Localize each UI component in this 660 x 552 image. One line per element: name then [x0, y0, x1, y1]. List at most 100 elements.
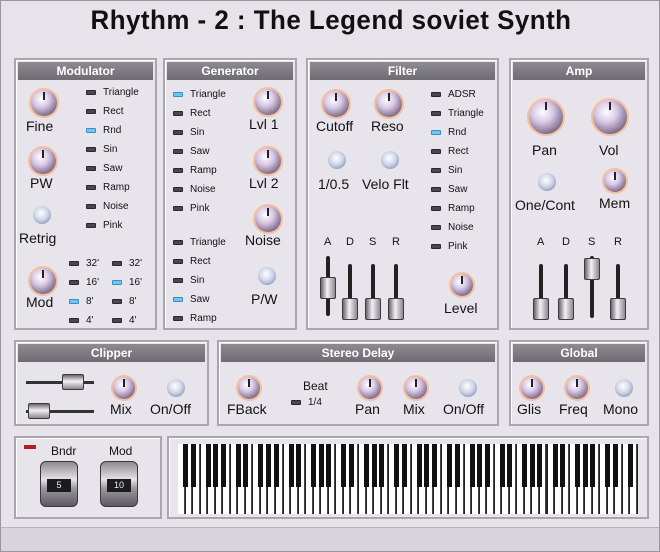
- black-key[interactable]: [296, 444, 302, 487]
- memory-knob[interactable]: [604, 170, 626, 192]
- black-key[interactable]: [371, 444, 377, 487]
- gen1-wave-noise[interactable]: Noise: [173, 184, 216, 195]
- delay-mix-knob[interactable]: [405, 377, 427, 399]
- black-key[interactable]: [605, 444, 611, 487]
- filter-mode-rnd[interactable]: Rnd: [431, 127, 466, 138]
- delay-pan-knob[interactable]: [359, 377, 381, 399]
- filter-decay-fader[interactable]: [342, 297, 358, 320]
- gen1-wave-triangle[interactable]: Triangle: [173, 89, 226, 100]
- footage-b-16[interactable]: 16': [112, 277, 142, 288]
- black-key[interactable]: [590, 444, 596, 487]
- filter-mode-noise[interactable]: Noise: [431, 222, 474, 233]
- black-key[interactable]: [205, 444, 211, 487]
- filter-mode-sin[interactable]: Sin: [431, 165, 462, 176]
- wave-option-triangle[interactable]: Triangle: [86, 87, 139, 98]
- filter-level-knob[interactable]: [451, 274, 473, 296]
- level2-knob[interactable]: [255, 148, 281, 174]
- black-key[interactable]: [582, 444, 588, 487]
- black-key[interactable]: [537, 444, 543, 487]
- amp-attack-fader[interactable]: [533, 297, 549, 320]
- black-key[interactable]: [311, 444, 317, 487]
- black-key[interactable]: [612, 444, 618, 487]
- black-key[interactable]: [318, 444, 324, 487]
- black-key[interactable]: [341, 444, 347, 487]
- filter-mode-pink[interactable]: Pink: [431, 241, 467, 252]
- mono-button[interactable]: [615, 379, 633, 397]
- black-key[interactable]: [348, 444, 354, 487]
- filter-mode-saw[interactable]: Saw: [431, 184, 467, 195]
- mod-knob[interactable]: [30, 268, 56, 294]
- clipper-slider-1[interactable]: [62, 374, 84, 390]
- filter-mode-triangle[interactable]: Triangle: [431, 108, 484, 119]
- footage-b-4[interactable]: 4': [112, 315, 136, 326]
- black-key[interactable]: [326, 444, 332, 487]
- amp-release-fader[interactable]: [610, 297, 626, 320]
- gen1-wave-saw[interactable]: Saw: [173, 146, 209, 157]
- footage-a-8[interactable]: 8': [69, 296, 93, 307]
- gen2-wave-saw[interactable]: Saw: [173, 294, 209, 305]
- black-key[interactable]: [575, 444, 581, 487]
- black-key[interactable]: [431, 444, 437, 487]
- filter-mode-adsr[interactable]: ADSR: [431, 89, 476, 100]
- retrig-button[interactable]: [33, 206, 51, 224]
- black-key[interactable]: [424, 444, 430, 487]
- footage-a-16[interactable]: 16': [69, 277, 99, 288]
- black-key[interactable]: [469, 444, 475, 487]
- delay-onoff-button[interactable]: [459, 379, 477, 397]
- filter-mode-rect[interactable]: Rect: [431, 146, 469, 157]
- black-key[interactable]: [454, 444, 460, 487]
- gen2-wave-triangle[interactable]: Triangle: [173, 237, 226, 248]
- pan-knob[interactable]: [529, 100, 563, 134]
- black-key[interactable]: [258, 444, 264, 487]
- pitch-bend-wheel[interactable]: 5: [40, 461, 78, 507]
- black-key[interactable]: [265, 444, 271, 487]
- black-key[interactable]: [243, 444, 249, 487]
- wave-option-sin[interactable]: Sin: [86, 144, 117, 155]
- black-key[interactable]: [552, 444, 558, 487]
- black-key[interactable]: [273, 444, 279, 487]
- level1-knob[interactable]: [255, 89, 281, 115]
- gen2-wave-ramp[interactable]: Ramp: [173, 313, 217, 324]
- black-key[interactable]: [529, 444, 535, 487]
- gen2-wave-rect[interactable]: Rect: [173, 256, 211, 267]
- wave-option-ramp[interactable]: Ramp: [86, 182, 130, 193]
- wave-option-rect[interactable]: Rect: [86, 106, 124, 117]
- black-key[interactable]: [288, 444, 294, 487]
- gen1-wave-pink[interactable]: Pink: [173, 203, 209, 214]
- wave-option-pink[interactable]: Pink: [86, 220, 122, 231]
- wave-option-rnd[interactable]: Rnd: [86, 125, 121, 136]
- black-key[interactable]: [235, 444, 241, 487]
- fine-knob[interactable]: [31, 90, 57, 116]
- reso-knob[interactable]: [376, 91, 402, 117]
- wave-option-saw[interactable]: Saw: [86, 163, 122, 174]
- wave-option-noise[interactable]: Noise: [86, 201, 129, 212]
- gen1-wave-ramp[interactable]: Ramp: [173, 165, 217, 176]
- footage-b-32[interactable]: 32': [112, 258, 142, 269]
- glis-knob[interactable]: [521, 377, 543, 399]
- filter-sustain-fader[interactable]: [365, 297, 381, 320]
- feedback-knob[interactable]: [238, 377, 260, 399]
- black-key[interactable]: [401, 444, 407, 487]
- black-key[interactable]: [183, 444, 189, 487]
- black-key[interactable]: [394, 444, 400, 487]
- black-key[interactable]: [220, 444, 226, 487]
- black-key[interactable]: [364, 444, 370, 487]
- volume-knob[interactable]: [593, 100, 627, 134]
- clipper-mix-knob[interactable]: [113, 377, 135, 399]
- filter-release-fader[interactable]: [388, 297, 404, 320]
- amp-sustain-fader[interactable]: [584, 258, 600, 281]
- black-key[interactable]: [507, 444, 513, 487]
- black-key[interactable]: [213, 444, 219, 487]
- freq-knob[interactable]: [566, 377, 588, 399]
- pw-knob[interactable]: [30, 148, 56, 174]
- filter-mode-ramp[interactable]: Ramp: [431, 203, 475, 214]
- black-key[interactable]: [379, 444, 385, 487]
- footage-a-32[interactable]: 32': [69, 258, 99, 269]
- velo-filter-button[interactable]: [381, 151, 399, 169]
- black-key[interactable]: [560, 444, 566, 487]
- black-key[interactable]: [477, 444, 483, 487]
- mod-wheel[interactable]: 10: [100, 461, 138, 507]
- footage-b-8[interactable]: 8': [112, 296, 136, 307]
- black-key[interactable]: [627, 444, 633, 487]
- gen2-wave-sin[interactable]: Sin: [173, 275, 204, 286]
